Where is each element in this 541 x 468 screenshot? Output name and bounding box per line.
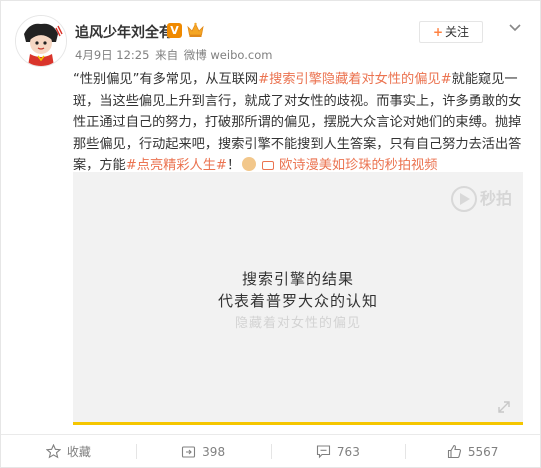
video-caption-line3: 隐藏着对女性的偏见 <box>234 316 361 331</box>
post-date[interactable]: 4月9日 12:25 <box>75 48 149 62</box>
repost-button[interactable]: 398 <box>135 435 271 468</box>
comment-button[interactable]: 763 <box>270 435 406 468</box>
star-icon <box>45 444 61 459</box>
post-text: “性别偏见”有多常见，从互联网#搜索引擎隐藏着对女性的偏见#就能窥见一斑，当这些… <box>73 69 523 177</box>
repost-count: 398 <box>202 444 226 459</box>
thumbs-up-icon <box>447 444 461 459</box>
member-crown-icon[interactable] <box>187 22 204 38</box>
more-options-chevron-icon[interactable] <box>505 20 525 34</box>
post-source[interactable]: 微博 weibo.com <box>184 48 273 62</box>
video-progress-bar[interactable] <box>73 422 523 425</box>
plus-icon: + <box>432 25 444 39</box>
video-link[interactable]: 欧诗漫美如珍珠的秒拍视频 <box>262 158 437 173</box>
repost-icon <box>182 446 196 458</box>
avatar[interactable] <box>15 15 67 67</box>
author-name[interactable]: 追风少年刘全有 <box>75 22 173 42</box>
collect-label: 收藏 <box>66 445 91 459</box>
fist-emoji-icon <box>242 157 257 171</box>
comment-count: 763 <box>336 444 360 459</box>
hashtag-link[interactable]: #搜索引擎隐藏着对女性的偏见# <box>258 72 452 87</box>
action-bar: 收藏 398 763 5567 <box>1 434 540 468</box>
post-meta: 4月9日 12:25 来自 微博 weibo.com <box>75 47 274 63</box>
comment-icon <box>316 445 330 459</box>
video-link-label: 欧诗漫美如珍珠的秒拍视频 <box>279 158 438 173</box>
like-count: 5567 <box>467 444 499 459</box>
hashtag-link[interactable]: #点亮精彩人生# <box>126 158 227 173</box>
video-watermark-text: 秒拍 <box>480 189 513 208</box>
follow-label: 关注 <box>445 25 470 39</box>
video-player[interactable]: 秒拍 搜索引擎的结果 代表着普罗大众的认知 隐藏着对女性的偏见 <box>73 172 523 425</box>
verified-icon: V <box>167 23 182 38</box>
collect-button[interactable]: 收藏 <box>1 435 136 468</box>
post-text-part1: “性别偏见”有多常见，从互联网 <box>73 72 259 87</box>
video-caption-line1: 搜索引擎的结果 <box>241 270 354 288</box>
post-text-part3: ！ <box>226 158 241 173</box>
follow-button[interactable]: + 关注 <box>419 21 483 43</box>
source-prefix: 来自 <box>155 48 179 62</box>
weibo-card: 追风少年刘全有 V 4月9日 12:25 来自 微博 weibo.com + 关注… <box>0 0 541 468</box>
video-icon <box>262 161 275 170</box>
like-button[interactable]: 5567 <box>405 435 540 468</box>
fullscreen-icon[interactable] <box>497 400 511 414</box>
video-caption-line2: 代表着普罗大众的认知 <box>217 292 378 310</box>
